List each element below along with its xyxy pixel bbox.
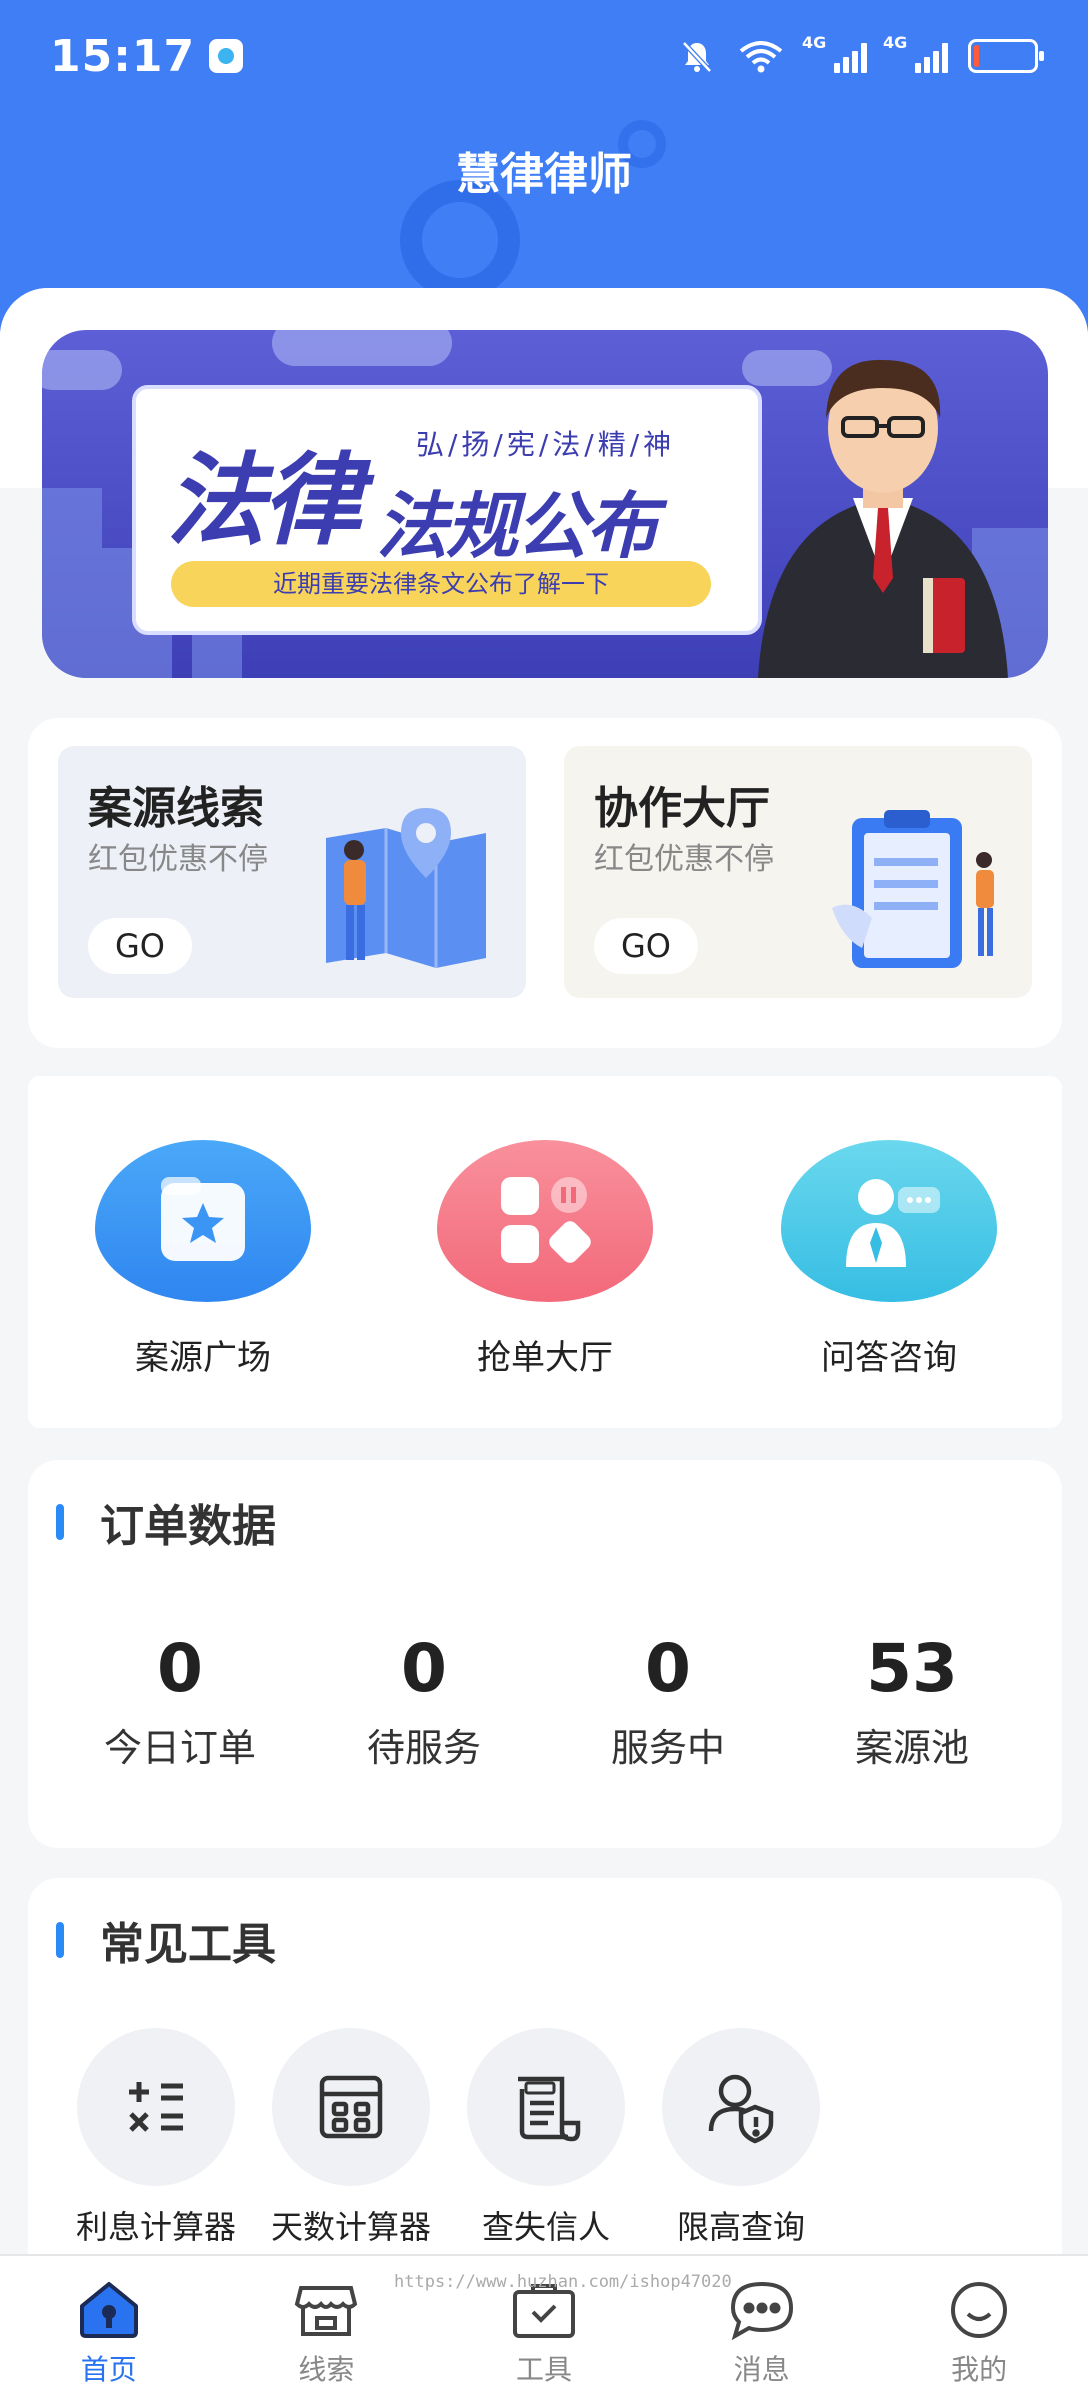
status-time: 15:17 [50,30,196,82]
entry-label: 问答咨询 [821,1338,957,1378]
tool-day-calculator[interactable]: 天数计算器 [265,2028,437,2248]
promo-title: 协作大厅 [594,783,770,834]
stat-today-orders[interactable]: 0 今日订单 [60,1630,300,1772]
tab-label: 消息 [733,2353,790,2386]
order-data-section: 订单数据 0 今日订单 0 待服务 0 服务中 53 案源池 [28,1460,1062,1848]
message-icon [730,2281,793,2341]
common-tools-section: 常见工具 利息计算器 天数计算器 查失信人 限高查询 [28,1878,1062,2298]
stat-case-pool[interactable]: 53 案源池 [792,1630,1032,1772]
network-type-label: 4G [802,33,827,52]
stat-in-service[interactable]: 0 服务中 [548,1630,788,1772]
stat-value: 53 [866,1630,958,1707]
section-accent-bar [56,1922,64,1958]
stat-value: 0 [401,1630,447,1707]
banner-pill-text: 近期重要法律条文公布了解一下 [171,561,711,607]
stat-label: 服务中 [610,1726,725,1770]
page-title: 慧律律师 [456,149,632,200]
tab-label: 首页 [80,2353,137,2386]
quick-entry-section: 案源广场 抢单大厅 问答咨询 [28,1076,1062,1428]
tab-label: 我的 [951,2353,1008,2386]
stat-label: 今日订单 [103,1726,256,1770]
promo-subtitle: 红包优惠不停 [88,842,268,877]
promo-collaboration-hall[interactable]: 协作大厅 红包优惠不停 GO [564,746,1032,998]
tool-label: 天数计算器 [270,2208,431,2246]
wifi-icon [739,41,783,73]
tool-label: 利息计算器 [75,2208,236,2246]
network-type-label: 4G [883,33,908,52]
section-header: 常见工具 [56,1908,276,1972]
entry-label: 案源广场 [135,1338,271,1378]
stat-value: 0 [645,1630,691,1707]
cellular-signal-1-icon: 4G [802,33,867,73]
tool-consumption-limit-query[interactable]: 限高查询 [655,2028,827,2248]
go-button[interactable]: GO [594,918,698,974]
promo-section: 案源线索 红包优惠不停 GO 协作大厅 红包优惠不停 GO [28,718,1062,1048]
tool-label: 限高查询 [676,2208,805,2246]
tab-label: 线索 [298,2353,355,2386]
promo-title: 案源线索 [88,783,264,834]
grid-apps-icon [437,1140,653,1302]
entry-case-square[interactable]: 案源广场 [88,1140,318,1379]
map-illustration [326,808,486,968]
section-title: 常见工具 [100,1919,276,1970]
cellular-signal-2-icon: 4G [883,33,948,73]
promo-banner[interactable]: 法律 法规公布 弘/扬/宪/法/精/神 近期重要法律条文公布了解一下 [42,330,1048,678]
stat-value: 0 [157,1630,203,1707]
person-shield-icon [662,2028,820,2186]
banner-headline-2: 法规公布 [376,484,658,568]
stat-label: 待服务 [366,1726,481,1770]
section-title: 订单数据 [100,1501,276,1552]
entry-qa-consult[interactable]: 问答咨询 [774,1140,1004,1379]
tab-mine[interactable]: 我的 [870,2256,1088,2400]
go-button[interactable]: GO [88,918,192,974]
clipboard-illustration [832,810,994,968]
stat-label: 案源池 [854,1726,969,1770]
tool-label: 查失信人 [481,2208,610,2246]
status-bar: 15:17 4G 4G [0,0,1088,112]
app-notification-icon [209,39,244,73]
promo-case-leads[interactable]: 案源线索 红包优惠不停 GO [58,746,526,998]
section-accent-bar [56,1504,64,1540]
watermark-text: https://www.huzhan.com/ishop47020 [394,2272,732,2292]
calendar-icon [272,2028,430,2186]
battery-icon [968,39,1044,73]
cloud-decoration [272,330,452,366]
stat-pending-service[interactable]: 0 待服务 [304,1630,544,1772]
lawyer-illustration [758,359,1008,678]
calculator-icon [77,2028,235,2186]
tab-label: 工具 [515,2353,572,2386]
banner-text-card: 法律 法规公布 弘/扬/宪/法/精/神 近期重要法律条文公布了解一下 [132,385,762,635]
mute-bell-icon [682,41,712,73]
banner-headline-1: 法律 [166,442,362,559]
building-decoration [42,488,102,678]
banner-tagline: 弘/扬/宪/法/精/神 [416,428,676,461]
cloud-decoration [42,350,122,390]
person-chat-icon [781,1140,997,1302]
home-icon [79,2282,138,2338]
folder-star-icon [95,1140,311,1302]
smile-icon [951,2282,1008,2338]
entry-label: 抢单大厅 [477,1338,613,1378]
promo-subtitle: 红包优惠不停 [594,842,774,877]
scroll-icon [467,2028,625,2186]
entry-order-hall[interactable]: 抢单大厅 [430,1140,660,1379]
tool-dishonest-person-check[interactable]: 查失信人 [460,2028,632,2248]
section-header: 订单数据 [56,1490,276,1554]
store-icon [295,2286,358,2336]
tool-interest-calculator[interactable]: 利息计算器 [70,2028,242,2248]
tab-home[interactable]: 首页 [0,2256,218,2400]
